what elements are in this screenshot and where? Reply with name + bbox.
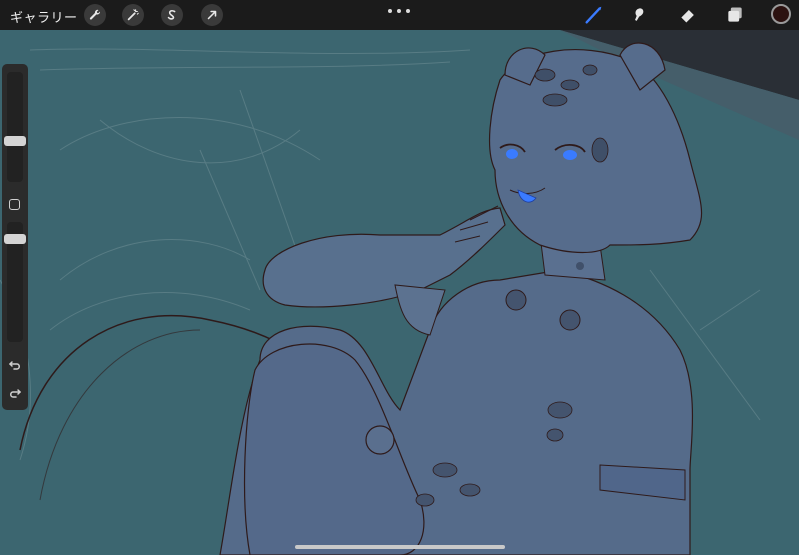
modify-button[interactable]: [9, 199, 20, 210]
selection-s-icon[interactable]: [161, 4, 183, 26]
layers-icon[interactable]: [723, 3, 747, 27]
more-options-icon[interactable]: [388, 6, 410, 16]
home-indicator: [295, 545, 505, 549]
drawing-canvas[interactable]: [0, 30, 799, 555]
smudge-icon[interactable]: [628, 3, 652, 27]
magic-wand-icon[interactable]: [122, 4, 144, 26]
arrow-cursor-icon[interactable]: [201, 4, 223, 26]
brush-size-thumb[interactable]: [4, 136, 26, 146]
dot: [397, 9, 401, 13]
wrench-icon[interactable]: [84, 4, 106, 26]
brush-size-slider[interactable]: [7, 72, 23, 182]
top-toolbar: ギャラリー: [0, 0, 799, 30]
undo-icon[interactable]: [8, 358, 22, 372]
brush-icon[interactable]: [582, 3, 606, 27]
redo-icon[interactable]: [8, 386, 22, 400]
dot: [388, 9, 392, 13]
dot: [406, 9, 410, 13]
opacity-thumb[interactable]: [4, 234, 26, 244]
color-swatch[interactable]: [771, 4, 791, 24]
gallery-button[interactable]: ギャラリー: [10, 7, 78, 26]
eraser-icon[interactable]: [676, 3, 700, 27]
sidebar: [2, 64, 28, 410]
artwork: [0, 30, 799, 555]
